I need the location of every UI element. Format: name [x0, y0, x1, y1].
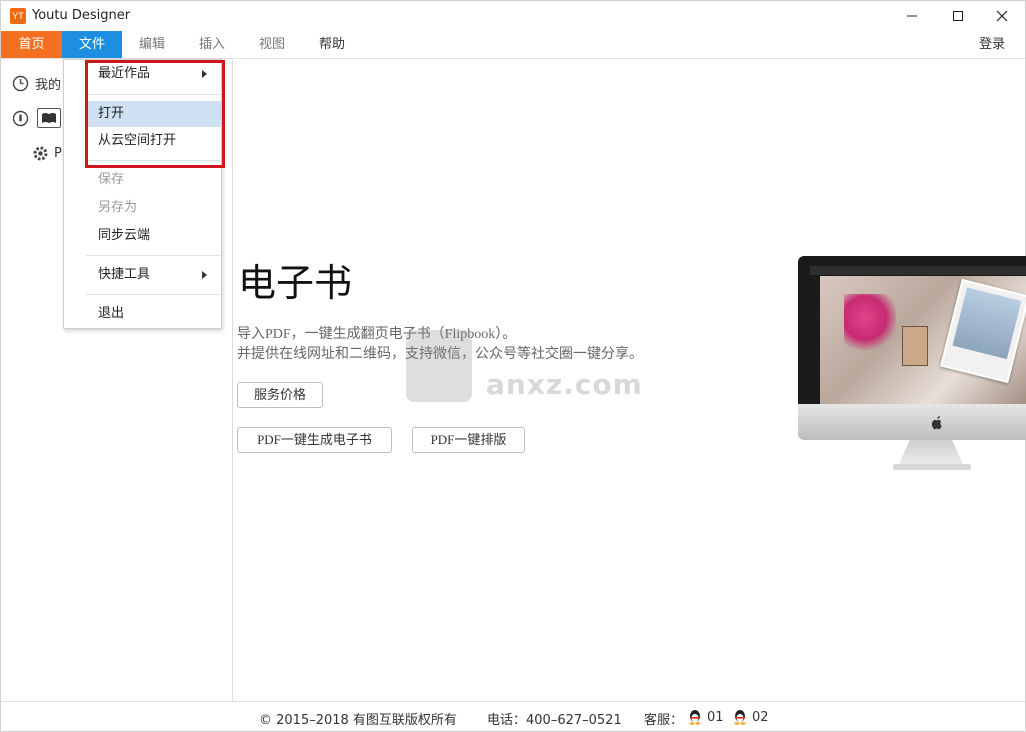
sidebar-item-label: 我的 [35, 78, 62, 93]
book-icon [37, 108, 61, 128]
file-dropdown-menu: 最近作品 打开 从云空间打开 保存 另存为 同步云端 快捷工具 退出 [63, 59, 222, 329]
watermark-text: anxz.com [486, 368, 643, 401]
qq-penguin-icon [689, 710, 701, 725]
status-footer: © 2015–2018 有图互联版权所有 电话：400–627–0521 客服：… [1, 701, 1025, 731]
phone-text: 电话：400–627–0521 [487, 713, 622, 728]
chevron-right-icon [202, 271, 207, 279]
menu-view[interactable]: 视图 [247, 31, 297, 58]
flowers-image [844, 294, 896, 354]
customer-service-label: 客服： [644, 713, 684, 728]
qq-penguin-icon [734, 710, 746, 725]
menu-bar: 首页 文件 编辑 插入 视图 帮助 登录 [1, 31, 1025, 59]
qq-support-label: 02 [752, 709, 769, 725]
menu-item-label: 最近作品 [98, 66, 151, 81]
menu-item-open-from-cloud[interactable]: 从云空间打开 [64, 128, 221, 154]
sidebar-item-books[interactable] [12, 108, 61, 128]
sidebar-item-recent[interactable]: 我的 [12, 74, 61, 93]
menu-divider [86, 294, 221, 295]
login-button[interactable]: 登录 [967, 31, 1017, 58]
monitor-screen-photo [820, 276, 1026, 404]
menu-item-sync-cloud[interactable]: 同步云端 [64, 223, 221, 249]
menu-divider [86, 94, 221, 95]
maximize-button[interactable] [935, 1, 981, 31]
monitor-base [893, 464, 971, 470]
minimize-button[interactable] [889, 1, 935, 31]
qq-support-label: 01 [707, 709, 724, 725]
main-content: 电子书 导入PDF，一键生成翻页电子书（Flipbook）。 并提供在线网址和二… [234, 60, 1026, 701]
menu-help[interactable]: 帮助 [307, 31, 357, 58]
info-circle-icon [12, 110, 29, 127]
qq-support-2[interactable]: 02 [732, 709, 769, 725]
menu-item-exit[interactable]: 退出 [64, 301, 221, 327]
menu-edit[interactable]: 编辑 [127, 31, 177, 58]
menu-divider [86, 160, 221, 161]
menu-item-quick-tools[interactable]: 快捷工具 [64, 262, 221, 288]
maximize-icon [953, 11, 963, 21]
menu-divider [86, 255, 221, 256]
qq-support-1[interactable]: 01 [687, 709, 724, 725]
menu-home[interactable]: 首页 [1, 31, 62, 58]
menu-item-open[interactable]: 打开 [86, 101, 221, 127]
photo-card-image [940, 278, 1026, 384]
watermark-logo: anxz.com [406, 328, 642, 408]
sidebar-item-label: P [54, 146, 62, 161]
window-title: Youtu Designer [32, 8, 131, 23]
app-window: YT Youtu Designer 首页 文件 编辑 插入 视图 帮助 登录 我… [0, 0, 1026, 732]
gear-icon [32, 145, 49, 162]
monitor-stand [898, 440, 964, 466]
monitor-toolbar [810, 266, 1026, 275]
service-price-button[interactable]: 服务价格 [237, 382, 323, 408]
copyright-text: © 2015–2018 有图互联版权所有 [259, 713, 457, 728]
sidebar-item-settings[interactable]: P [32, 145, 62, 162]
apple-logo-icon [931, 416, 942, 430]
shield-icon [406, 330, 472, 402]
menu-file[interactable]: 文件 [62, 31, 122, 58]
chevron-right-icon [202, 70, 207, 78]
title-bar: YT Youtu Designer [1, 1, 1025, 31]
monitor-chin [798, 404, 1026, 440]
pdf-layout-button[interactable]: PDF一键排版 [412, 427, 525, 453]
monitor-illustration [798, 256, 1026, 471]
book-image [902, 326, 928, 366]
menu-item-save: 保存 [98, 172, 125, 187]
minimize-icon [907, 15, 917, 17]
close-button[interactable] [979, 1, 1025, 31]
menu-insert[interactable]: 插入 [187, 31, 237, 58]
clock-icon [12, 75, 29, 92]
menu-item-label: 快捷工具 [98, 267, 151, 282]
app-logo-icon: YT [10, 8, 26, 24]
close-icon [996, 10, 1008, 22]
menu-item-save-as: 另存为 [98, 200, 138, 215]
page-title: 电子书 [238, 261, 353, 305]
menu-item-recent-works[interactable]: 最近作品 [64, 61, 221, 87]
pdf-to-ebook-button[interactable]: PDF一键生成电子书 [237, 427, 392, 453]
